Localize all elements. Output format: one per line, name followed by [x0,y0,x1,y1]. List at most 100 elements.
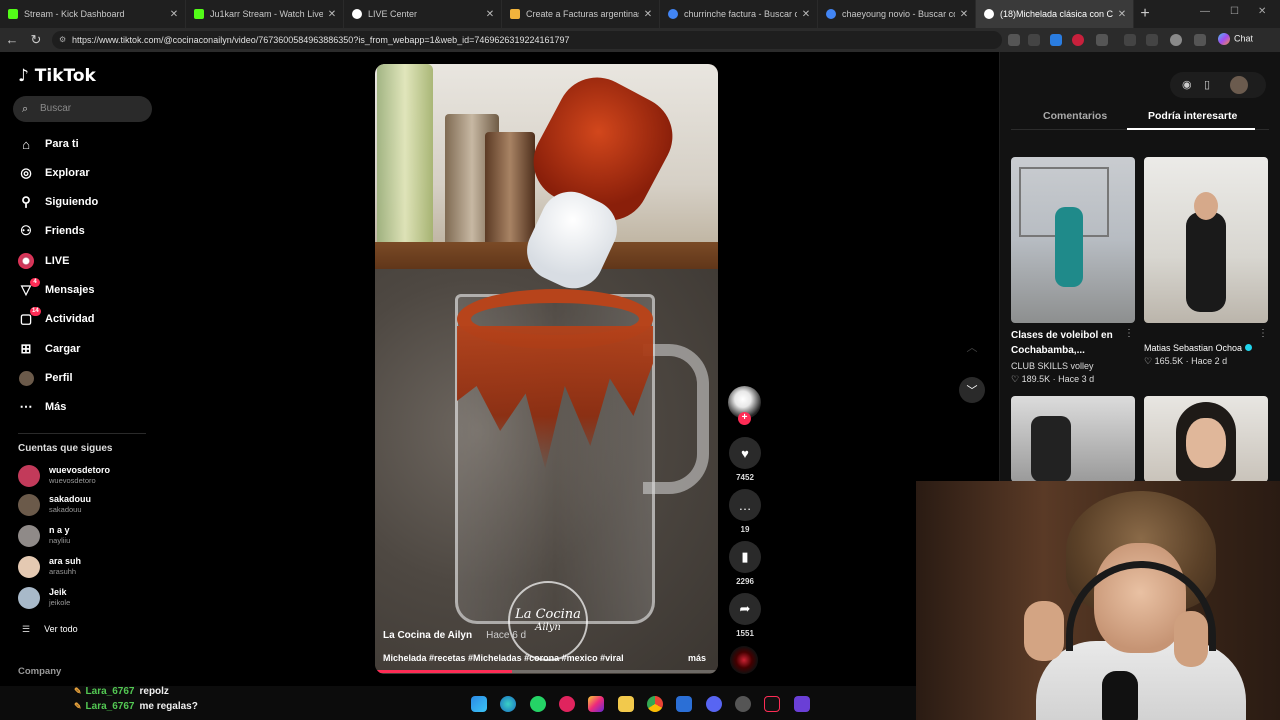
media-icon[interactable] [1124,34,1136,46]
extension-icon[interactable] [1072,34,1084,46]
windows-start-icon[interactable] [471,696,487,712]
close-window-icon[interactable]: ✕ [1258,6,1266,17]
tiktok-app-icon[interactable] [764,696,780,712]
sidebar-item-mas[interactable]: ⋯ Más [18,397,67,417]
discord-icon[interactable] [706,696,722,712]
music-disc-icon[interactable] [730,646,758,674]
app-icon[interactable] [794,696,810,712]
follow-plus-icon[interactable]: + [738,412,751,425]
browser-tab[interactable]: Create a Facturas argentinas (TODO ✕ [502,0,660,28]
extension-icon[interactable] [1050,34,1062,46]
sidebar-item-cargar[interactable]: ⊞ Cargar [18,339,81,359]
share-button[interactable]: ➦ [729,593,761,625]
reload-icon[interactable]: ↻ [28,32,44,48]
translate-icon[interactable] [1008,34,1020,46]
media-player-icon[interactable] [559,696,575,712]
suggested-video-author[interactable]: CLUB SKILLS volley [1011,361,1094,371]
share-icon: ➦ [739,601,751,616]
menu-dots-icon[interactable] [1194,34,1206,46]
video-thumbnail[interactable] [1144,396,1268,482]
video-thumbnail[interactable] [1144,157,1268,323]
close-icon[interactable]: ✕ [959,9,969,20]
video-player[interactable]: La Cocina Ailyn La Cocina de Ailyn Hace 6… [375,64,718,674]
browser-tab[interactable]: LIVE Center ✕ [344,0,502,28]
video-caption[interactable]: Michelada #recetas #Micheladas #corona #… [383,653,624,663]
tab-podria-interesarte[interactable]: Podría interesarte [1148,110,1237,122]
friends-icon: ⚇ [20,223,32,238]
comment-button[interactable]: … [729,489,761,521]
maximize-icon[interactable]: ☐ [1230,6,1239,17]
extensions-puzzle-icon[interactable] [1096,34,1108,46]
tab-label: (18)Michelada clásica con Co [1000,9,1113,19]
author-name: La Cocina de Ailyn [383,630,473,641]
sidebar-item-label: Para ti [45,138,79,150]
close-icon[interactable]: ✕ [327,9,337,20]
browser-tab[interactable]: chaeyoung novio - Buscar con Goo ✕ [818,0,976,28]
coins-icon[interactable]: ◉ [1182,78,1192,91]
like-count: 189.5K [1021,374,1051,384]
tab-comentarios[interactable]: Comentarios [1043,110,1107,122]
sidebar-item-friends[interactable]: ⚇ Friends [18,221,85,241]
search-input[interactable]: ⌕ Buscar [13,96,152,122]
heart-icon: ♥ [741,445,749,461]
tiktok-logo[interactable]: ♪ TikTok [18,66,96,86]
heart-outline-icon: ♡ [1144,356,1155,366]
close-icon[interactable]: ✕ [643,9,653,20]
close-icon[interactable]: ✕ [801,9,811,20]
sidebar-item-live[interactable]: LIVE [18,251,69,271]
site-info-icon[interactable]: ⚙ [59,31,66,49]
see-all-label: Ver todo [44,624,78,634]
like-button[interactable]: ♥ [729,437,761,469]
favorites-icon[interactable] [1146,34,1158,46]
browser-tab[interactable]: Ju1karr Stream - Watch Live on Kick ✕ [186,0,344,28]
sidebar-item-actividad[interactable]: ▢ 14 Actividad [18,307,95,329]
url-field[interactable]: ⚙ https://www.tiktok.com/@cocinaconailyn… [52,31,1002,49]
sidebar-item-para-ti[interactable]: ⌂ Para ti [18,134,79,154]
sidebar-item-perfil[interactable]: Perfil [18,368,73,388]
suggested-video-author[interactable]: Matias Sebastian Ochoa [1144,343,1253,353]
sidebar-item-mensajes[interactable]: ▽ 4 Mensajes [18,278,95,300]
bookmark-star-icon[interactable] [1028,34,1040,46]
new-tab-icon[interactable]: + [1134,5,1156,23]
save-button[interactable]: ▮ [729,541,761,573]
back-icon[interactable]: ← [4,32,20,47]
video-progress-bar[interactable] [375,670,718,673]
upload-icon: ⊞ [20,341,32,356]
suggested-video-title[interactable]: Clases de voleibol en Cochabamba,... [1011,328,1129,358]
browser-tab-active[interactable]: (18)Michelada clásica con Co ✕ [976,0,1134,28]
active-tab-indicator [1127,128,1255,130]
chat-button[interactable]: Chat [1218,33,1253,45]
sidebar-item-explorar[interactable]: ◎ Explorar [18,163,89,183]
company-link[interactable]: Company [18,666,61,677]
sidebar-item-siguiendo[interactable]: ⚲ Siguiendo [18,192,98,212]
previous-video-button[interactable]: ︿ [959,334,985,360]
see-all-button[interactable]: ☰ Ver todo [22,624,78,635]
sidebar-divider [18,433,146,434]
device-icon[interactable]: ▯ [1204,78,1210,91]
user-avatar[interactable] [1230,76,1248,94]
video-thumbnail[interactable] [1011,396,1135,482]
browser-tab[interactable]: Stream - Kick Dashboard ✕ [0,0,186,28]
close-icon[interactable]: ✕ [485,9,495,20]
top-right-toolbar: ◉ ▯ [1170,72,1266,98]
close-icon[interactable]: ✕ [169,9,179,20]
more-options-icon[interactable]: ⋮ [1124,328,1134,339]
sidebar-item-label: Perfil [45,372,73,384]
edge-icon[interactable] [500,696,516,712]
file-explorer-icon[interactable] [618,696,634,712]
caption-more-button[interactable]: más [688,653,706,663]
mail-icon[interactable] [676,696,692,712]
browser-tab[interactable]: churrinche factura - Buscar con Go ✕ [660,0,818,28]
minimize-icon[interactable]: — [1200,6,1210,17]
next-video-button[interactable]: ﹀ [959,377,985,403]
profile-avatar-icon[interactable] [1170,34,1182,46]
video-author[interactable]: La Cocina de Ailyn Hace 6 d [383,630,526,641]
whatsapp-icon[interactable] [530,696,546,712]
search-icon: ⌕ [22,103,29,115]
more-options-icon[interactable]: ⋮ [1258,328,1268,339]
instagram-icon[interactable] [588,696,604,712]
obs-icon[interactable] [735,696,751,712]
close-icon[interactable]: ✕ [1117,9,1127,20]
chrome-icon[interactable] [647,696,663,712]
video-thumbnail[interactable] [1011,157,1135,323]
